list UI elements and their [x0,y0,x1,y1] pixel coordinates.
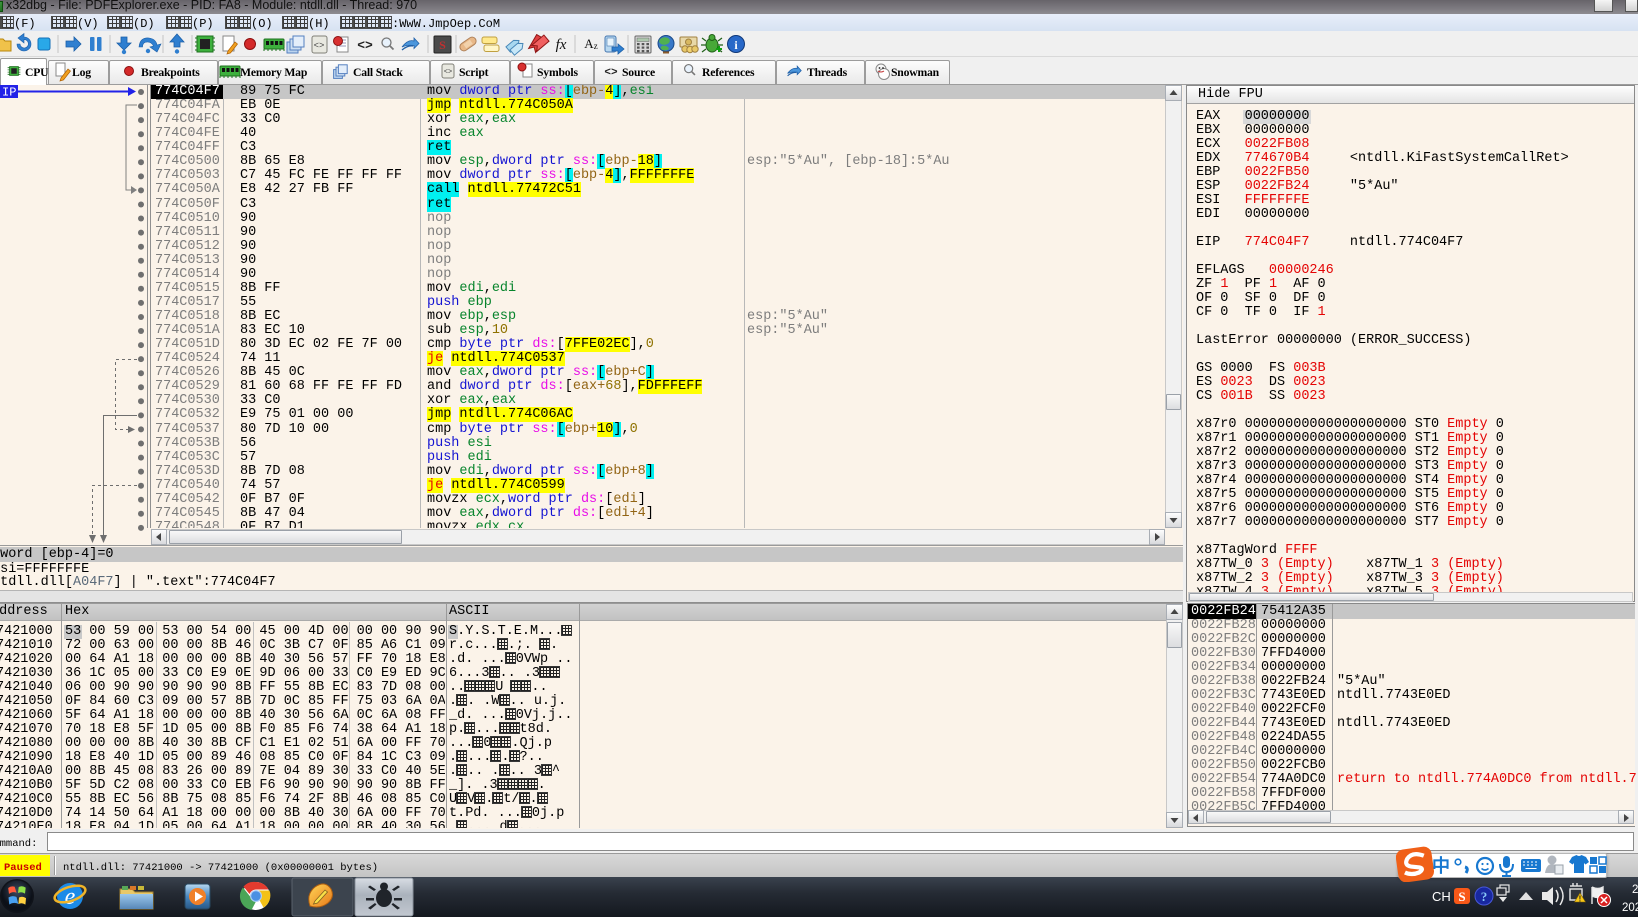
svg-text:<>: <> [444,69,452,77]
svg-text:Log: Log [72,66,91,79]
svg-text:Az: Az [584,36,597,51]
svg-text:21:15: 21:15 [1632,884,1638,896]
svg-text:Threads: Threads [807,66,848,79]
svg-text:CH: CH [1432,889,1451,904]
svg-text:CPU: CPU [25,66,49,79]
svg-text:S: S [439,38,446,52]
svg-text:!: ! [1579,895,1582,904]
svg-text:<>: <> [604,67,618,79]
svg-text:Memory Map: Memory Map [240,66,308,79]
svg-text:Breakpoints: Breakpoints [141,66,200,79]
svg-text:IP: IP [2,86,16,100]
svg-text:中: 中 [1432,855,1450,876]
svg-text:References: References [702,66,755,79]
svg-text:Symbols: Symbols [537,66,578,79]
svg-text:Snowman: Snowman [891,66,940,79]
svg-text:fx: fx [556,37,567,53]
svg-text:Script: Script [459,66,489,79]
svg-text:2023/6/9: 2023/6/9 [1622,902,1638,914]
svg-text:<>: <> [314,41,325,51]
svg-text:Source: Source [622,66,655,79]
svg-text:<>: <> [357,38,373,53]
svg-text:Call Stack: Call Stack [353,66,403,79]
svg-text:?: ? [1481,889,1488,904]
svg-text:S: S [1458,889,1465,904]
